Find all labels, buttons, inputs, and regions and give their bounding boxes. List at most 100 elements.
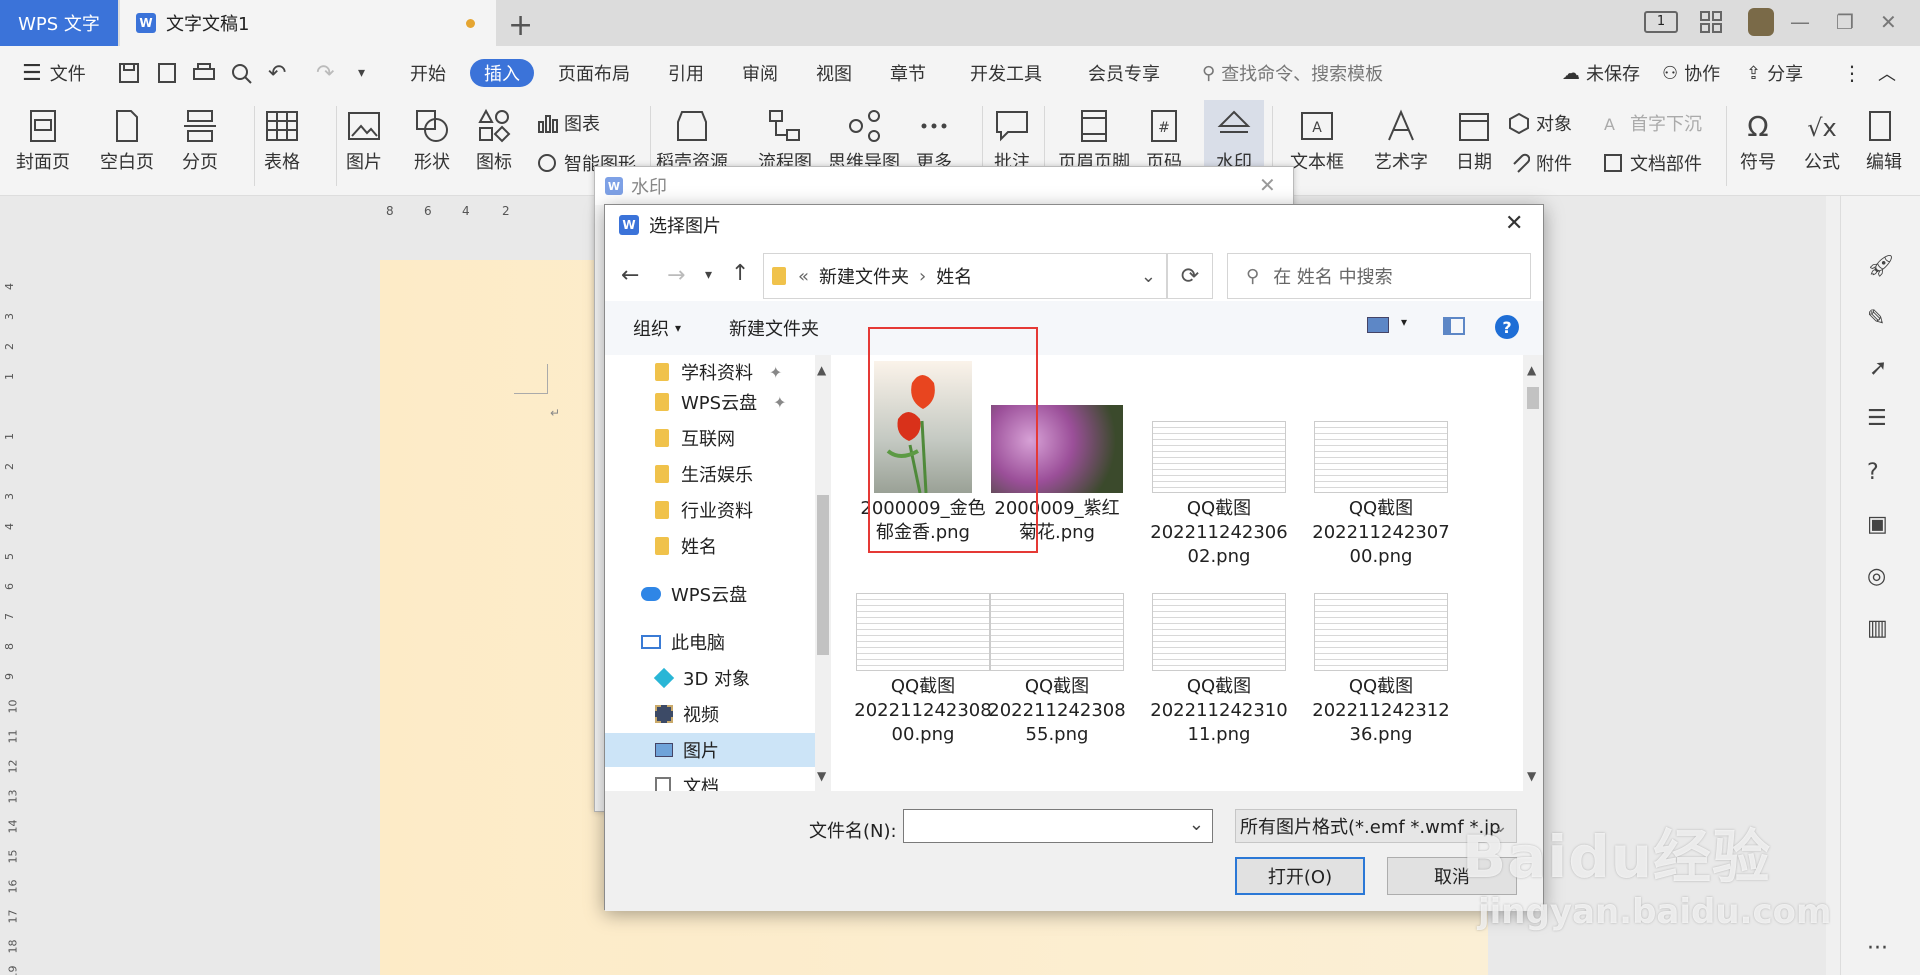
minimize-icon[interactable]: — (1790, 10, 1810, 34)
scroll-thumb[interactable] (1527, 387, 1539, 409)
icon-library-button[interactable]: 图标 (476, 100, 512, 174)
user-avatar[interactable] (1748, 8, 1774, 36)
breadcrumb-new-folder[interactable]: 新建文件夹 (819, 263, 909, 289)
nav-item-lifestyle[interactable]: 生活娱乐 (655, 457, 753, 491)
collapse-ribbon-icon[interactable]: ︿ (1878, 46, 1896, 100)
drop-cap-button[interactable]: A 首字下沉 (1602, 110, 1702, 136)
navigation-scrollbar[interactable]: ▲ ▼ (815, 355, 831, 791)
save-icon[interactable] (118, 46, 140, 100)
more-button[interactable]: 更多 (916, 100, 952, 174)
reading-mode-icon[interactable]: ▥ (1867, 616, 1888, 641)
nav-item-internet[interactable]: 互联网 (655, 421, 735, 455)
folder-search-input[interactable]: ⚲ 在 姓名 中搜索 (1227, 253, 1531, 299)
organize-button[interactable]: 组织 ▾ (633, 315, 681, 341)
forward-arrow-icon[interactable]: → (667, 263, 685, 288)
close-window-icon[interactable]: ✕ (1880, 10, 1897, 34)
dialog-close-icon[interactable]: ✕ (1505, 211, 1523, 236)
table-button[interactable]: 表格 (264, 100, 300, 174)
file-item[interactable]: QQ截图 202211242308 55.png (987, 585, 1127, 747)
image-tool-icon[interactable]: ▣ (1867, 512, 1888, 537)
blank-page-button[interactable]: 空白页 (100, 100, 154, 174)
undo-icon[interactable]: ↶ (268, 46, 286, 100)
breadcrumb-overflow-icon[interactable]: « (798, 266, 809, 287)
restore-icon[interactable]: ❐ (1836, 10, 1854, 34)
tab-insert[interactable]: 插入 (470, 59, 534, 87)
refresh-icon[interactable]: ⟳ (1167, 253, 1213, 299)
breadcrumb-name-folder[interactable]: 姓名 (936, 263, 972, 289)
help-icon[interactable]: ? (1495, 315, 1519, 339)
document-scrollbar[interactable] (1826, 196, 1840, 975)
new-folder-button[interactable]: 新建文件夹 (729, 315, 819, 341)
file-item[interactable]: QQ截图 202211242312 36.png (1311, 585, 1451, 747)
command-search[interactable]: ⚲ 查找命令、搜索模板 (1202, 46, 1383, 100)
symbol-button[interactable]: Ω 符号 (1740, 100, 1776, 174)
mind-map-button[interactable]: 思维导图 (828, 100, 900, 174)
edit-button[interactable]: 编辑 (1866, 100, 1902, 174)
nav-item-name-folder[interactable]: 姓名 (655, 529, 717, 563)
filename-input[interactable]: ⌄ (903, 809, 1213, 843)
file-item[interactable]: QQ截图 202211242306 02.png (1149, 361, 1289, 569)
app-tab[interactable]: WPS 文字 (0, 0, 118, 46)
share-button[interactable]: ⇪ 分享 (1746, 46, 1803, 100)
tab-review[interactable]: 审阅 (742, 46, 778, 100)
chart-button[interactable]: 图表 (536, 110, 600, 136)
unsaved-button[interactable]: ☁ 未保存 (1562, 46, 1640, 100)
export-pdf-icon[interactable] (156, 46, 178, 100)
watermark-dialog-close-icon[interactable]: ✕ (1259, 173, 1276, 197)
picture-button[interactable]: 图片 (346, 100, 382, 174)
date-button[interactable]: 日期 (1456, 100, 1492, 174)
word-art-button[interactable]: 艺术字 (1374, 100, 1428, 174)
tab-references[interactable]: 引用 (668, 46, 704, 100)
address-dropdown-icon[interactable]: ⌄ (1141, 266, 1156, 287)
tab-developer[interactable]: 开发工具 (970, 46, 1042, 100)
help-icon[interactable]: ? (1867, 460, 1879, 485)
page-view-button[interactable]: 1 (1644, 11, 1678, 33)
file-item[interactable]: QQ截图 202211242307 00.png (1311, 361, 1451, 569)
back-arrow-icon[interactable]: ← (621, 263, 639, 288)
document-tab[interactable]: W 文字文稿1 (120, 0, 496, 46)
open-button[interactable]: 打开(O) (1235, 857, 1365, 895)
tab-page-layout[interactable]: 页面布局 (558, 46, 630, 100)
scroll-up-icon[interactable]: ▲ (1527, 363, 1536, 377)
collaborate-button[interactable]: ⚇ 协作 (1662, 46, 1720, 100)
file-list-scrollbar[interactable]: ▲ ▼ (1523, 355, 1543, 791)
filename-dropdown-icon[interactable]: ⌄ (1189, 814, 1204, 835)
nav-item-documents[interactable]: 文档 (655, 769, 719, 791)
nav-item-3d-objects[interactable]: 3D 对象 (653, 661, 750, 695)
docer-resources-button[interactable]: 稻壳资源 (656, 100, 728, 174)
view-mode-dropdown-icon[interactable]: ▾ (1401, 315, 1407, 329)
scroll-down-icon[interactable]: ▼ (1527, 769, 1536, 783)
nav-item-pictures[interactable]: 图片 (605, 733, 815, 767)
tab-view[interactable]: 视图 (816, 46, 852, 100)
flowchart-button[interactable]: 流程图 (758, 100, 812, 174)
quick-access-dropdown-icon[interactable]: ▾ (358, 46, 365, 100)
equation-button[interactable]: √x 公式 (1804, 100, 1840, 174)
recent-locations-icon[interactable]: ▾ (705, 267, 712, 283)
scroll-up-icon[interactable]: ▲ (817, 363, 826, 377)
nav-item-this-pc[interactable]: 此电脑 (641, 625, 725, 659)
tab-membership[interactable]: 会员专享 (1088, 46, 1160, 100)
nav-item-wps-cloud-pinned[interactable]: WPS云盘 ✦ (655, 385, 786, 419)
document-parts-button[interactable]: 文档部件 (1602, 150, 1702, 176)
pen-icon[interactable]: ✎ (1867, 306, 1885, 331)
file-item[interactable]: QQ截图 202211242310 11.png (1149, 585, 1289, 747)
attachment-button[interactable]: 附件 (1508, 150, 1572, 176)
cursor-icon[interactable]: ➚ (1869, 356, 1887, 381)
nav-item-industry[interactable]: 行业资料 (655, 493, 753, 527)
more-menu-icon[interactable]: ⋮ (1842, 46, 1862, 100)
more-tools-icon[interactable]: ··· (1867, 936, 1888, 961)
up-arrow-icon[interactable]: ↑ (731, 261, 749, 286)
redo-icon[interactable]: ↷ (316, 46, 334, 100)
header-footer-button[interactable]: 页眉页脚 (1058, 100, 1130, 174)
scroll-thumb[interactable] (817, 495, 829, 655)
print-icon[interactable] (192, 46, 216, 100)
file-item[interactable]: QQ截图 202211242308 00.png (853, 585, 993, 747)
object-button[interactable]: 对象 (1508, 110, 1572, 136)
shape-button[interactable]: 形状 (414, 100, 450, 174)
settings-sliders-icon[interactable]: ☰ (1867, 406, 1887, 431)
cover-page-button[interactable]: 封面页 (16, 100, 70, 174)
nav-item-subject-materials[interactable]: 学科资料 ✦ (655, 355, 782, 389)
scroll-down-icon[interactable]: ▼ (817, 769, 826, 783)
tab-chapter[interactable]: 章节 (890, 46, 926, 100)
nav-item-videos[interactable]: 视频 (655, 697, 719, 731)
